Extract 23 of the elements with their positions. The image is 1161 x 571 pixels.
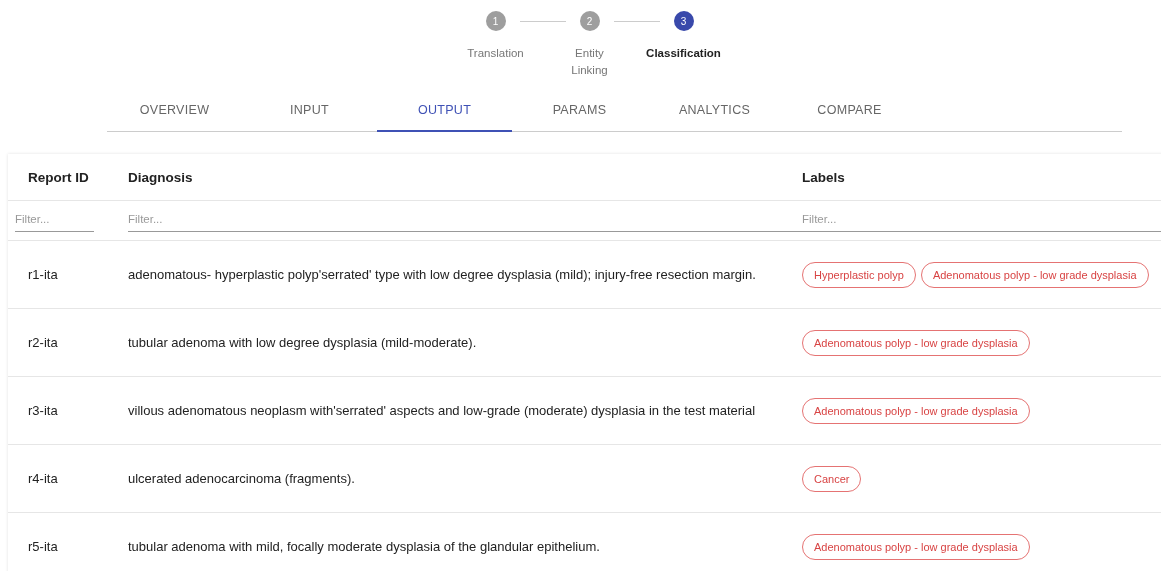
tab[interactable]: PARAMS (512, 88, 647, 131)
table-cell: r4-ita (28, 471, 58, 486)
column-header: Report ID (28, 169, 89, 185)
column-header: Diagnosis (128, 169, 193, 185)
step-label: Entity Linking (570, 46, 609, 78)
table-cell: tubular adenoma with low degree dysplasia (mild-moderate). (128, 335, 477, 350)
tab[interactable]: ANALYTICS (647, 88, 782, 131)
step-label: Translation (466, 46, 525, 61)
step-label: Classification (645, 46, 722, 61)
tab[interactable]: COMPARE (782, 88, 917, 131)
table-cell: villous adenomatous neoplasm with'serrated' aspects and low-grade (moderate) dysplasia in the test material (128, 403, 756, 418)
table-cell: adenomatous- hyperplastic polyp'serrated' type with low degree dysplasia (mild); injury-free resection margin. (128, 267, 756, 282)
table-cell: tubular adenoma with mild, focally moderate dysplasia of the glandular epithelium. (128, 539, 600, 554)
table-cell: r1-ita (28, 267, 58, 282)
column-header: Labels (802, 169, 845, 185)
tab[interactable]: OUTPUT (377, 88, 512, 132)
tab[interactable]: OVERVIEW (107, 88, 242, 131)
tab[interactable]: INPUT (242, 88, 377, 131)
table-cell: r2-ita (28, 335, 58, 350)
step-number[interactable]: 3 (673, 11, 694, 31)
table-cell: r5-ita (28, 539, 58, 554)
table-cell: r3-ita (28, 403, 58, 418)
table-cell: ulcerated adenocarcinoma (fragments). (128, 471, 355, 486)
